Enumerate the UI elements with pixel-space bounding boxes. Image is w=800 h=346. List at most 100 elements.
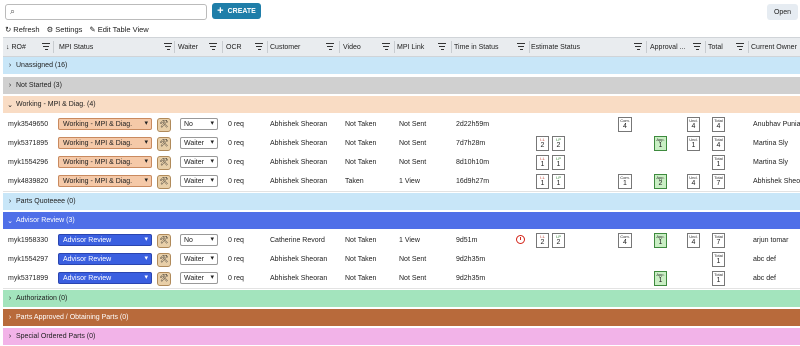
group-unassigned[interactable]: › Unassigned (16)	[3, 57, 800, 75]
col-total-label: Total	[708, 43, 723, 51]
chevron-down-icon: ▾	[210, 236, 214, 243]
chevron-right-icon: ›	[8, 198, 12, 205]
mpi-link-status[interactable]: 1 View	[399, 172, 449, 191]
time-in-status: 9d2h35m	[456, 256, 486, 263]
group-parts-approved[interactable]: › Parts Approved / Obtaining Parts (0)	[3, 309, 800, 327]
column-menu-icon[interactable]	[438, 43, 446, 51]
group-label: Special Ordered Parts (0)	[16, 333, 96, 340]
ocr-value: 0 req	[228, 140, 244, 147]
chip-count: 4	[691, 180, 696, 187]
settings-button[interactable]: ⚙ Settings	[47, 25, 83, 34]
col-mpi-link[interactable]: MPI Link	[397, 38, 450, 56]
create-button[interactable]: + CREATE	[212, 3, 261, 19]
column-menu-icon[interactable]	[382, 43, 390, 51]
column-menu-icon[interactable]	[693, 43, 701, 51]
group-parts-quoteeee[interactable]: › Parts Quoteeee (0)	[3, 193, 800, 211]
table-row[interactable]: myk5371895 Working - MPI & Diag. ▾ 🛠 Waiter ▾…	[3, 134, 800, 154]
column-menu-icon[interactable]	[255, 43, 263, 51]
col-approval[interactable]: Approval ...	[650, 38, 705, 56]
col-customer[interactable]: Customer	[270, 38, 338, 56]
open-button[interactable]: Open	[767, 4, 798, 20]
mpi-tool-icon[interactable]: 🛠	[157, 253, 171, 267]
chip-count: 2	[658, 180, 663, 187]
table-row[interactable]: myk3549650 Working - MPI & Diag. ▾ 🛠 No ▾ 0 re…	[3, 115, 800, 135]
mpi-status-select[interactable]: Advisor Review ▾	[58, 272, 152, 284]
chip-count: 1	[556, 161, 561, 168]
mpi-tool-icon[interactable]: 🛠	[157, 175, 171, 189]
table-row[interactable]: myk1958330 Advisor Review ▾ 🛠 No ▾ 0 req Cather…	[3, 231, 800, 251]
mpi-status-select[interactable]: Working - MPI & Diag. ▾	[58, 156, 152, 168]
waiter-select[interactable]: Waiter ▾	[180, 175, 218, 187]
chip-count: 7	[716, 239, 721, 246]
group-working[interactable]: ⌄ Working - MPI & Diag. (4)	[3, 96, 800, 114]
group-label: Not Started (3)	[16, 82, 62, 89]
col-ocr[interactable]: OCR	[226, 38, 267, 56]
estimate-chip-total: Total 7	[712, 174, 725, 189]
mpi-tool-icon[interactable]: 🛠	[157, 118, 171, 132]
col-customer-label: Customer	[270, 43, 301, 51]
estimate-chip-com: Com. 4	[618, 117, 632, 132]
column-menu-icon[interactable]	[517, 43, 525, 51]
col-video[interactable]: Video	[343, 38, 394, 56]
column-menu-icon[interactable]	[42, 43, 50, 51]
chevron-down-icon: ▾	[210, 158, 214, 165]
waiter-value: No	[184, 120, 193, 128]
chip-count: 2	[540, 239, 545, 246]
group-not-started[interactable]: › Not Started (3)	[3, 77, 800, 95]
mpi-status-select[interactable]: Working - MPI & Diag. ▾	[58, 137, 152, 149]
group-authorization[interactable]: › Authorization (0)	[3, 290, 800, 308]
table-row[interactable]: myk5371899 Advisor Review ▾ 🛠 Waiter ▾ 0 req Ab…	[3, 269, 800, 289]
waiter-select[interactable]: Waiter ▾	[180, 137, 218, 149]
waiter-select[interactable]: Waiter ▾	[180, 253, 218, 265]
group-advisor-review[interactable]: ⌄ Advisor Review (3)	[3, 212, 800, 230]
col-owner-label: Current Owner	[751, 43, 797, 51]
search-input[interactable]: ⌕	[5, 4, 207, 20]
column-menu-icon[interactable]	[209, 43, 217, 51]
mpi-status-select[interactable]: Working - MPI & Diag. ▾	[58, 175, 152, 187]
mpi-status-select[interactable]: Working - MPI & Diag. ▾	[58, 118, 152, 130]
waiter-select[interactable]: Waiter ▾	[180, 156, 218, 168]
waiter-select[interactable]: No ▾	[180, 118, 218, 130]
ocr-value: 0 req	[228, 178, 244, 185]
col-current-owner[interactable]: Current Owner	[751, 38, 800, 56]
chevron-right-icon: ›	[8, 82, 12, 89]
ro-number: myk5371899	[8, 275, 49, 282]
chip-count: 2	[556, 142, 561, 149]
estimate-chip-ip: I-P 2	[552, 136, 565, 151]
edit-table-view-button[interactable]: ✎ Edit Table View	[89, 25, 148, 34]
video-status: Taken	[345, 178, 364, 185]
refresh-button[interactable]: ↻ Refresh	[5, 25, 40, 34]
mpi-tool-icon[interactable]: 🛠	[157, 272, 171, 286]
mpi-tool-icon[interactable]: 🛠	[157, 234, 171, 248]
current-owner: abc def	[753, 275, 776, 282]
waiter-select[interactable]: No ▾	[180, 234, 218, 246]
column-menu-icon[interactable]	[326, 43, 334, 51]
group-special-ordered[interactable]: › Special Ordered Parts (0)	[3, 328, 800, 346]
ro-number: myk4839820	[8, 178, 49, 185]
chevron-down-icon: ▾	[210, 255, 214, 262]
column-menu-icon[interactable]	[736, 43, 744, 51]
ocr-value: 0 req	[228, 256, 244, 263]
col-mpi-status[interactable]: MPI Status	[57, 38, 176, 56]
col-total[interactable]: Total	[708, 38, 748, 56]
table-row[interactable]: myk1554297 Advisor Review ▾ 🛠 Waiter ▾ 0 req Ab…	[3, 250, 800, 270]
column-menu-icon[interactable]	[164, 43, 172, 51]
mpi-tool-icon[interactable]: 🛠	[157, 137, 171, 151]
col-waiter[interactable]: Waiter	[178, 38, 221, 56]
ocr-value: 0 req	[228, 237, 244, 244]
waiter-value: Waiter	[184, 158, 204, 166]
time-in-status: 16d9h27m	[456, 178, 490, 185]
col-estimate-status[interactable]: Estimate Status	[531, 38, 646, 56]
waiter-select[interactable]: Waiter ▾	[180, 272, 218, 284]
column-menu-icon[interactable]	[634, 43, 642, 51]
table-row[interactable]: myk1554296 Working - MPI & Diag. ▾ 🛠 Waiter ▾…	[3, 153, 800, 173]
mpi-status-value: Working - MPI & Diag.	[63, 158, 133, 166]
mpi-status-select[interactable]: Advisor Review ▾	[58, 234, 152, 246]
col-time-in-status[interactable]: Time in Status	[454, 38, 529, 56]
mpi-tool-icon[interactable]: 🛠	[157, 156, 171, 170]
create-label: CREATE	[227, 7, 256, 15]
table-row[interactable]: myk4839820 Working - MPI & Diag. ▾ 🛠 Waiter ▾…	[3, 172, 800, 192]
col-ro[interactable]: ↓ RO#	[6, 38, 56, 56]
mpi-link-status[interactable]: 1 View	[399, 231, 449, 250]
mpi-status-select[interactable]: Advisor Review ▾	[58, 253, 152, 265]
